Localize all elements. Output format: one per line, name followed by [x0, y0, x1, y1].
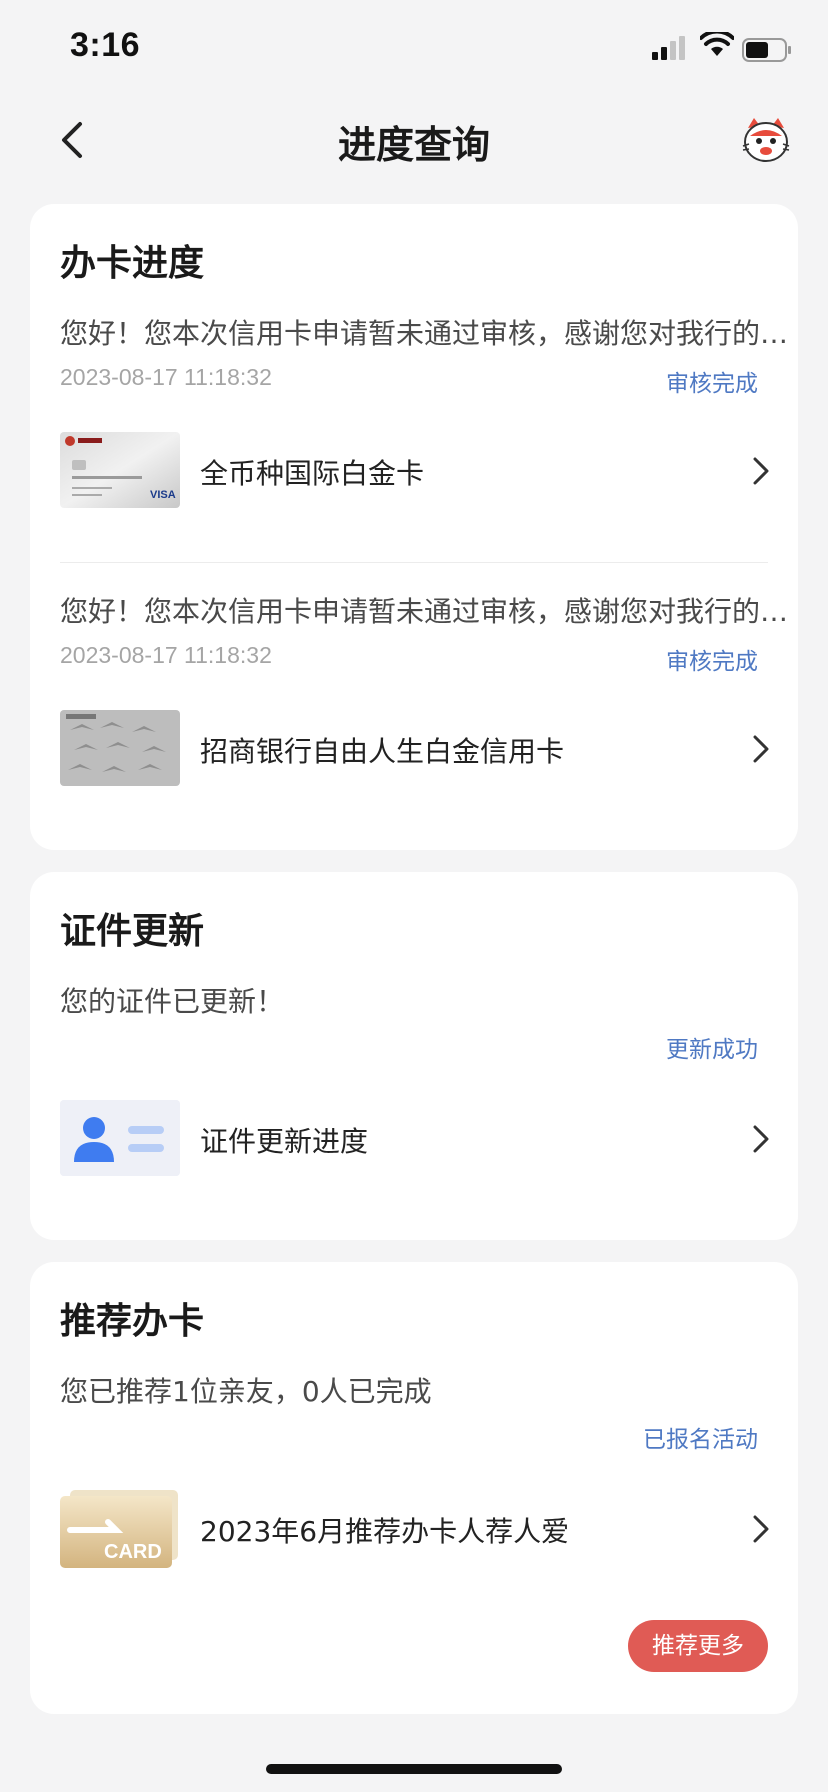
home-indicator[interactable]: [266, 1764, 562, 1774]
chevron-right-icon: [753, 735, 769, 763]
application-status: 审核完成: [666, 371, 758, 397]
chevron-right-icon: [753, 457, 769, 485]
application-message: 您好！您本次信用卡申请暂未通过审核，感谢您对我行的支持与关注: [60, 595, 790, 628]
battery-icon: [742, 38, 791, 62]
referral-row[interactable]: CARD 2023年6月推荐办卡人荐人爱: [60, 1490, 770, 1568]
card-name: 全币种国际白金卡: [200, 457, 425, 490]
referral-message: 您已推荐1位亲友，0人已完成: [60, 1375, 432, 1408]
svg-text:VISA: VISA: [150, 489, 176, 501]
application-card-row[interactable]: 招商银行自由人生白金信用卡: [60, 710, 770, 788]
recommend-more-button[interactable]: 推荐更多: [628, 1620, 768, 1672]
referral-card-image: CARD: [60, 1490, 180, 1568]
referral-status: 已报名活动: [643, 1427, 758, 1453]
referral-card-text: CARD: [104, 1541, 162, 1563]
wifi-icon: [700, 32, 734, 56]
card-progress-title: 办卡进度: [60, 243, 205, 284]
card-progress: 办卡进度 您好！您本次信用卡申请暂未通过审核，感谢您对我行的支持与关注 2023…: [30, 204, 798, 850]
status-time: 3:16: [70, 26, 141, 64]
card-referral: 推荐办卡 您已推荐1位亲友，0人已完成 已报名活动 CARD 2023年6月推荐…: [30, 1262, 798, 1714]
application-status: 审核完成: [666, 649, 758, 675]
id-update-message: 您的证件已更新！: [60, 985, 285, 1018]
page-title: 进度查询: [337, 123, 490, 167]
application-date: 2023-08-17 11:18:32: [60, 642, 272, 668]
application-date: 2023-08-17 11:18:32: [60, 364, 272, 390]
id-update-label: 证件更新进度: [200, 1125, 369, 1158]
nav-bar: 进度查询: [0, 100, 828, 184]
status-bar: 3:16: [0, 0, 828, 100]
application-message: 您好！您本次信用卡申请暂未通过审核，感谢您对我行的支持与关注: [60, 317, 790, 350]
chevron-right-icon: [753, 1125, 769, 1153]
card-id-update-title: 证件更新: [60, 911, 205, 952]
card-image-platinum: VISA: [60, 432, 180, 508]
application-card-row[interactable]: VISA 全币种国际白金卡: [60, 432, 770, 510]
divider: [60, 562, 768, 563]
signal-icon: [652, 36, 685, 60]
card-id-update: 证件更新 您的证件已更新！ 更新成功 证件更新进度: [30, 872, 798, 1240]
id-update-row[interactable]: 证件更新进度: [60, 1100, 770, 1178]
card-referral-title: 推荐办卡: [60, 1301, 205, 1342]
id-update-status: 更新成功: [666, 1037, 758, 1063]
card-name: 招商银行自由人生白金信用卡: [200, 735, 565, 768]
id-card-icon: [60, 1100, 180, 1176]
mascot-icon[interactable]: [740, 114, 792, 166]
chevron-right-icon: [753, 1515, 769, 1543]
referral-label: 2023年6月推荐办卡人荐人爱: [200, 1515, 570, 1548]
card-image-freedom: [60, 710, 180, 786]
